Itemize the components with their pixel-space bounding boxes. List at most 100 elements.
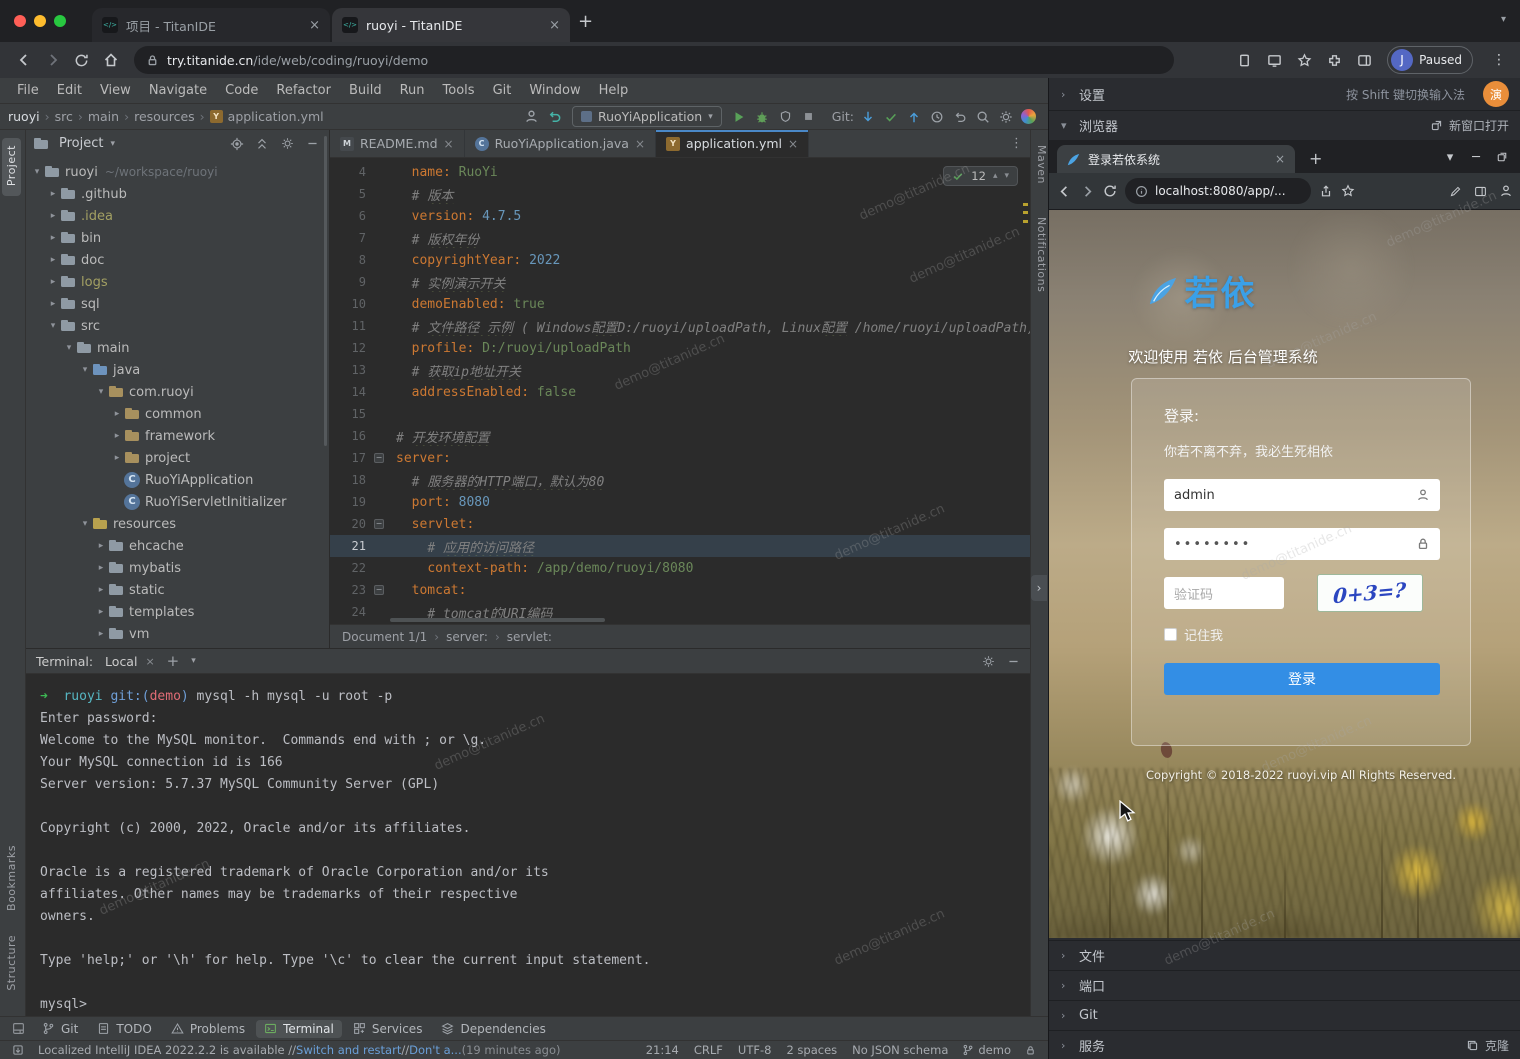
tool-tab-services[interactable]: Services <box>345 1020 431 1038</box>
pen-icon[interactable] <box>1449 185 1462 198</box>
files-row[interactable]: › 文件 <box>1049 940 1520 970</box>
tree-chevron-icon[interactable]: ▸ <box>110 409 124 419</box>
stop-button[interactable] <box>797 106 820 128</box>
status-link[interactable]: Switch and restart <box>296 1043 401 1057</box>
breadcrumb-item[interactable]: main <box>88 109 119 124</box>
code-line[interactable]: 9 # 实例演示开关 <box>330 271 1030 293</box>
menu-code[interactable]: Code <box>216 83 267 98</box>
code-line[interactable]: 7 # 版权年份 <box>330 227 1030 249</box>
code-line[interactable]: 23− tomcat: <box>330 579 1030 601</box>
code-line[interactable]: 8 copyrightYear: 2022 <box>330 249 1030 271</box>
menu-edit[interactable]: Edit <box>48 83 91 98</box>
tree-item[interactable]: ▸templates <box>26 601 329 623</box>
editor-tab[interactable]: CRuoYiApplication.java× <box>465 130 656 157</box>
coverage-button[interactable] <box>774 106 797 128</box>
locate-file-icon[interactable] <box>228 135 246 153</box>
username-field[interactable]: admin <box>1164 479 1440 511</box>
git-commit-icon[interactable] <box>879 106 902 128</box>
share-icon[interactable] <box>1319 184 1333 198</box>
editor-tab-close-icon[interactable]: × <box>788 137 798 151</box>
toolwindow-switcher-icon[interactable] <box>12 1022 25 1035</box>
embedded-dropdown-icon[interactable]: ▾ <box>1441 148 1459 166</box>
tree-chevron-icon[interactable]: ▾ <box>78 519 92 529</box>
menu-git[interactable]: Git <box>484 83 521 98</box>
chevron-down-icon[interactable]: ▾ <box>110 139 115 149</box>
menu-view[interactable]: View <box>91 83 140 98</box>
tree-item[interactable]: ▸mybatis <box>26 557 329 579</box>
search-icon[interactable] <box>971 106 994 128</box>
services-row[interactable]: › 服务 克隆 <box>1049 1030 1520 1059</box>
ports-row[interactable]: › 端口 <box>1049 970 1520 1000</box>
editor-tabs-menu-icon[interactable]: ⋮ <box>1010 136 1023 151</box>
tree-chevron-icon[interactable]: ▸ <box>94 585 108 595</box>
terminal-output[interactable]: ➜ ruoyi git:(demo) mysql -h mysql -u roo… <box>26 674 1030 1016</box>
embedded-tab-close-icon[interactable]: × <box>1275 152 1285 166</box>
tree-item[interactable]: ▾ruoyi~/workspace/ruoyi <box>26 161 329 183</box>
maximize-window-icon[interactable] <box>54 15 66 27</box>
inspections-widget[interactable]: 12 ▴ ▾ <box>943 166 1018 186</box>
tree-item[interactable]: ▸project <box>26 447 329 469</box>
debug-button[interactable] <box>751 106 774 128</box>
embedded-new-tab-icon[interactable]: + <box>1309 149 1322 168</box>
tree-chevron-icon[interactable]: ▾ <box>78 365 92 375</box>
terminal-tab-local[interactable]: Local× <box>105 654 155 669</box>
bookmark-star-icon[interactable] <box>1297 53 1312 68</box>
code-line[interactable]: 11 # 文件路径 示例 ( Windows配置D:/ruoyi/uploadP… <box>330 315 1030 337</box>
terminal-tab-close-icon[interactable]: × <box>145 655 154 668</box>
editor-breadcrumb-item[interactable]: Document 1/1 <box>342 630 427 644</box>
code-line[interactable]: 4 name: RuoYi <box>330 161 1030 183</box>
tool-tab-todo[interactable]: TODO <box>89 1020 159 1038</box>
git-branch-widget[interactable]: demo <box>962 1043 1011 1057</box>
remember-checkbox[interactable] <box>1164 628 1177 641</box>
tree-item[interactable]: ▸bin <box>26 227 329 249</box>
menu-help[interactable]: Help <box>590 83 638 98</box>
editor-breadcrumb-item[interactable]: servlet: <box>507 630 552 644</box>
cast-icon[interactable] <box>1267 53 1282 68</box>
open-new-window-button[interactable]: 新窗口打开 <box>1430 117 1509 134</box>
run-button[interactable] <box>728 106 751 128</box>
code-line[interactable]: 16# 开发环境配置 <box>330 425 1030 447</box>
tree-item[interactable]: CRuoYiServletInitializer <box>26 491 329 513</box>
tree-item[interactable]: ▸framework <box>26 425 329 447</box>
menu-window[interactable]: Window <box>520 83 589 98</box>
tree-item[interactable]: ▸doc <box>26 249 329 271</box>
clipboard-icon[interactable] <box>1237 53 1252 68</box>
address-bar[interactable]: try.titanide.cn/ide/web/coding/ruoyi/dem… <box>134 46 1174 74</box>
prev-problem-icon[interactable]: ▴ <box>993 171 998 181</box>
code-line[interactable]: 17−server: <box>330 447 1030 469</box>
tree-item[interactable]: ▾java <box>26 359 329 381</box>
tree-chevron-icon[interactable]: ▾ <box>94 387 108 397</box>
tree-chevron-icon[interactable]: ▸ <box>94 629 108 639</box>
code-line[interactable]: 14 addressEnabled: false <box>330 381 1030 403</box>
tree-item[interactable]: ▾src <box>26 315 329 337</box>
breadcrumb-item[interactable]: application.yml <box>228 109 324 124</box>
tree-chevron-icon[interactable]: ▸ <box>46 299 60 309</box>
login-button[interactable]: 登录 <box>1164 663 1440 695</box>
tree-chevron-icon[interactable]: ▸ <box>94 607 108 617</box>
next-problem-icon[interactable]: ▾ <box>1004 171 1009 181</box>
code-line[interactable]: 21 # 应用的访问路径 <box>330 535 1030 557</box>
stripe-structure[interactable]: Structure <box>2 928 21 1001</box>
code-line[interactable]: 15 <box>330 403 1030 425</box>
tree-item[interactable]: ▸static <box>26 579 329 601</box>
tree-chevron-icon[interactable]: ▸ <box>110 431 124 441</box>
breadcrumb-item[interactable]: src <box>55 109 73 124</box>
plugin-update-icon[interactable] <box>12 1044 24 1056</box>
tree-item[interactable]: ▸.idea <box>26 205 329 227</box>
demo-badge[interactable]: 演 <box>1483 81 1509 107</box>
refresh-icon[interactable] <box>68 47 95 74</box>
status-item[interactable]: 2 spaces <box>786 1043 837 1057</box>
menu-tools[interactable]: Tools <box>434 83 484 98</box>
menu-file[interactable]: File <box>8 83 48 98</box>
embedded-restore-icon[interactable] <box>1493 148 1511 166</box>
readonly-lock-icon[interactable] <box>1025 1045 1036 1056</box>
settings-row[interactable]: › 设置 按 Shift 键切换输入法 演 <box>1049 78 1520 110</box>
collapse-all-icon[interactable] <box>253 135 271 153</box>
tree-item[interactable]: CRuoYiApplication <box>26 469 329 491</box>
code-line[interactable]: 18 # 服务器的HTTP端口，默认为80 <box>330 469 1030 491</box>
captcha-field[interactable]: 验证码 <box>1164 577 1284 609</box>
embedded-minimize-icon[interactable]: ─ <box>1467 148 1485 166</box>
clone-button[interactable]: 克隆 <box>1466 1037 1509 1054</box>
run-config-select[interactable]: RuoYiApplication ▾ <box>572 106 722 127</box>
status-item[interactable]: 21:14 <box>646 1043 679 1057</box>
